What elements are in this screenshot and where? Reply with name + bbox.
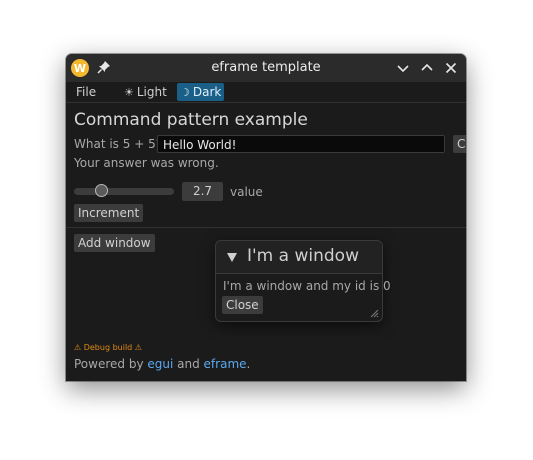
sub-window-close-button[interactable]: Close	[222, 296, 263, 314]
sub-window-title: I'm a window	[247, 246, 359, 266]
question-label: What is 5 + 5?	[74, 137, 163, 151]
theme-light-button[interactable]: ☀ Light	[124, 83, 167, 101]
answer-input[interactable]: Hello World!	[157, 135, 445, 153]
sub-window-header[interactable]: I'm a window	[216, 241, 382, 274]
theme-dark-label: Dark	[192, 85, 222, 99]
egui-link[interactable]: egui	[147, 357, 173, 371]
add-window-button[interactable]: Add window	[74, 234, 155, 252]
divider	[66, 227, 466, 228]
eframe-link[interactable]: eframe	[204, 357, 247, 371]
debug-build-warning: ⚠ Debug build ⚠	[74, 343, 142, 352]
slider-value-field[interactable]: 2.7	[182, 182, 223, 201]
slider-handle[interactable]	[94, 184, 108, 197]
feedback-text: Your answer was wrong.	[74, 156, 219, 170]
theme-light-label: Light	[136, 85, 167, 99]
theme-dark-button[interactable]: ☽ Dark	[177, 83, 225, 101]
menu-bar: File ☀ Light ☽ Dark	[66, 82, 466, 103]
sub-window: I'm a window I'm a window and my id is 0…	[215, 240, 391, 322]
collapse-triangle-icon[interactable]	[226, 251, 238, 263]
powered-period: .	[246, 357, 251, 371]
app-window: W eframe template File ☀ Light ☽ Dark Comm…	[66, 54, 466, 381]
close-icon[interactable]	[443, 60, 459, 76]
value-slider[interactable]	[74, 188, 174, 195]
maximize-chevron-icon[interactable]	[419, 60, 435, 76]
slider-label: value	[230, 185, 263, 199]
minimize-chevron-icon[interactable]	[395, 60, 411, 76]
powered-by-text: Powered by egui and eframe.	[74, 357, 250, 371]
increment-button[interactable]: Increment	[74, 204, 144, 222]
menu-file[interactable]: File	[76, 83, 96, 101]
powered-and: and	[173, 357, 204, 371]
resize-grip-icon[interactable]	[369, 308, 379, 318]
check-button[interactable]: C	[453, 135, 466, 153]
moon-icon: ☽	[180, 86, 190, 99]
powered-prefix: Powered by	[74, 357, 148, 371]
title-bar[interactable]: W eframe template	[66, 54, 466, 82]
page-heading: Command pattern example	[74, 110, 308, 130]
sub-window-text: I'm a window and my id is 0	[223, 279, 391, 293]
sun-icon: ☀	[124, 86, 134, 99]
